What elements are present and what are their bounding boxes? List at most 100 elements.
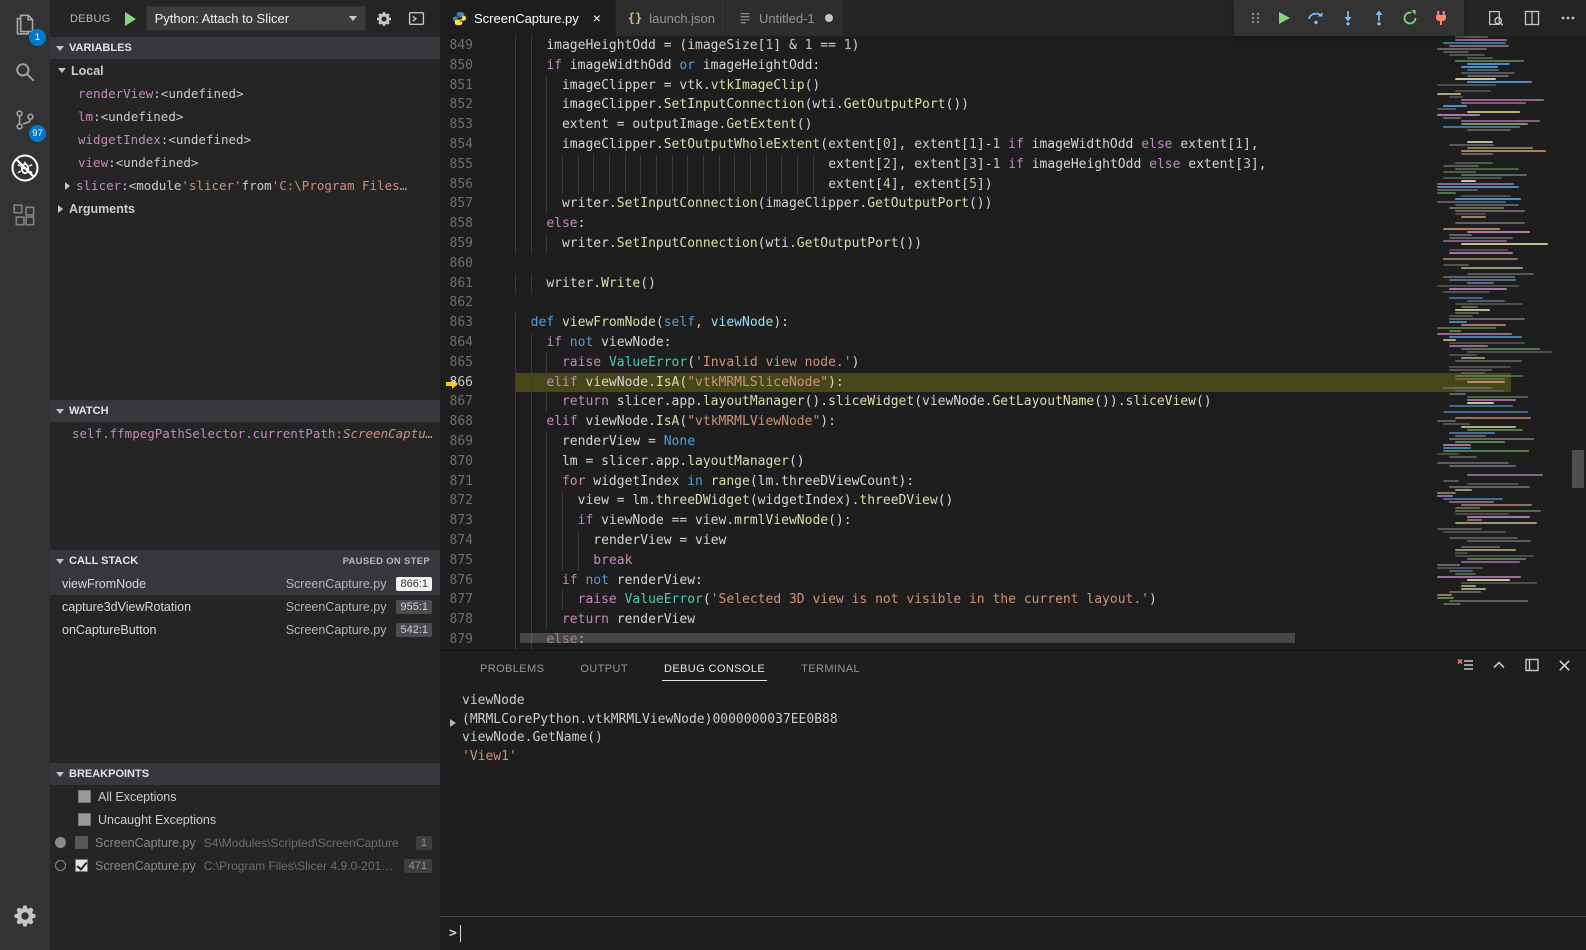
breakpoint-checkbox[interactable]	[75, 836, 88, 849]
variable-row[interactable]: view: <undefined>	[50, 151, 440, 174]
code-line[interactable]: 875break	[440, 551, 1437, 571]
line-number[interactable]: 867	[440, 392, 515, 412]
more-actions-icon[interactable]	[1560, 10, 1576, 26]
variable-row[interactable]: slicer: <module 'slicer' from 'C:\Progra…	[50, 174, 440, 197]
code-line[interactable]: 866elif viewNode.IsA("vtkMRMLSliceNode")…	[440, 373, 1437, 393]
code-line[interactable]: 872view = lm.threeDWidget(widgetIndex).t…	[440, 491, 1437, 511]
code-line[interactable]: 850if imageWidthOdd or imageHeightOdd:	[440, 56, 1437, 76]
line-number[interactable]: 853	[440, 115, 515, 135]
line-number[interactable]: 856	[440, 175, 515, 195]
line-number[interactable]: 873	[440, 511, 515, 531]
settings-gear-icon[interactable]	[0, 896, 50, 936]
code-line[interactable]: 873if viewNode == view.mrmlViewNode():	[440, 511, 1437, 531]
breakpoint-row[interactable]: ScreenCapture.pyS4\Modules\Scripted\Scre…	[50, 831, 440, 854]
code-line[interactable]: 864if not viewNode:	[440, 333, 1437, 353]
panel-tab-problems[interactable]: PROBLEMS	[478, 657, 546, 681]
code-editor[interactable]: 849imageHeightOdd = (imageSize[1] & 1 ==…	[440, 36, 1586, 650]
panel-tab-terminal[interactable]: TERMINAL	[799, 657, 862, 681]
panel-tab-output[interactable]: OUTPUT	[578, 657, 630, 681]
line-number[interactable]: 861	[440, 274, 515, 294]
variable-row[interactable]: renderView: <undefined>	[50, 82, 440, 105]
code-line[interactable]: 874renderView = view	[440, 531, 1437, 551]
line-number[interactable]: 859	[440, 234, 515, 254]
line-number[interactable]: 878	[440, 610, 515, 630]
line-number[interactable]: 869	[440, 432, 515, 452]
extensions-icon[interactable]	[0, 192, 50, 240]
step-out-icon[interactable]	[1371, 10, 1387, 26]
tab-untitled-1[interactable]: Untitled-1	[726, 0, 844, 36]
line-number[interactable]: 874	[440, 531, 515, 551]
code-line[interactable]: 859writer.SetInputConnection(wti.GetOutp…	[440, 234, 1437, 254]
step-into-icon[interactable]	[1340, 10, 1356, 26]
arguments-scope-row[interactable]: Arguments	[50, 197, 440, 220]
line-number[interactable]: 854	[440, 135, 515, 155]
line-number[interactable]: 879	[440, 630, 515, 650]
watch-expression-row[interactable]: self.ffmpegPathSelector.currentPath: Scr…	[50, 422, 440, 445]
code-line[interactable]: 878return renderView	[440, 610, 1437, 630]
call-stack-section-header[interactable]: CALL STACK PAUSED ON STEP	[50, 550, 440, 572]
line-number[interactable]: 872	[440, 491, 515, 511]
line-number[interactable]: 863	[440, 313, 515, 333]
step-over-icon[interactable]	[1307, 10, 1325, 26]
continue-icon[interactable]	[1276, 10, 1292, 26]
source-control-icon[interactable]: 97	[0, 96, 50, 144]
line-number[interactable]: 858	[440, 214, 515, 234]
debug-icon[interactable]	[0, 144, 50, 192]
code-line[interactable]: 870lm = slicer.app.layoutManager()	[440, 452, 1437, 472]
code-line[interactable]: 854imageClipper.SetOutputWholeExtent(ext…	[440, 135, 1437, 155]
variables-section-header[interactable]: VARIABLES	[50, 37, 440, 59]
code-line[interactable]: 852imageClipper.SetInputConnection(wti.G…	[440, 95, 1437, 115]
code-line[interactable]: 861writer.Write()	[440, 274, 1437, 294]
code-line[interactable]: 856extent[4], extent[5])	[440, 175, 1437, 195]
toolbar-drag-handle[interactable]	[1250, 10, 1261, 26]
line-number[interactable]: 871	[440, 472, 515, 492]
code-line[interactable]: 871for widgetIndex in range(lm.threeDVie…	[440, 472, 1437, 492]
code-line[interactable]: 867return slicer.app.layoutManager().sli…	[440, 392, 1437, 412]
line-number[interactable]: 876	[440, 571, 515, 591]
line-number[interactable]: 875	[440, 551, 515, 571]
code-line[interactable]: 858else:	[440, 214, 1437, 234]
code-line[interactable]: 869renderView = None	[440, 432, 1437, 452]
variable-row[interactable]: lm: <undefined>	[50, 105, 440, 128]
horizontal-scrollbar[interactable]	[520, 633, 1295, 643]
breakpoint-row[interactable]: All Exceptions	[50, 785, 440, 808]
call-stack-frame[interactable]: capture3dViewRotationScreenCapture.py955…	[50, 595, 440, 618]
code-line[interactable]: 862	[440, 293, 1437, 313]
line-number[interactable]: 852	[440, 95, 515, 115]
line-number[interactable]: 857	[440, 194, 515, 214]
code-line[interactable]: 860	[440, 254, 1437, 274]
line-number[interactable]: 864	[440, 333, 515, 353]
panel-layout-icon[interactable]	[1524, 657, 1540, 673]
code-area[interactable]: 849imageHeightOdd = (imageSize[1] & 1 ==…	[440, 36, 1437, 650]
line-number[interactable]: 870	[440, 452, 515, 472]
call-stack-frame[interactable]: viewFromNodeScreenCapture.py866:1	[50, 572, 440, 595]
line-number[interactable]: 855	[440, 155, 515, 175]
split-editor-icon[interactable]	[1524, 10, 1540, 26]
breakpoint-row[interactable]: Uncaught Exceptions	[50, 808, 440, 831]
breakpoint-checkbox[interactable]	[78, 813, 91, 826]
code-line[interactable]: 876if not renderView:	[440, 571, 1437, 591]
line-number[interactable]: 851	[440, 76, 515, 96]
code-line[interactable]: 863def viewFromNode(self, viewNode):	[440, 313, 1437, 333]
close-tab-icon[interactable]: ×	[589, 10, 605, 26]
variable-row[interactable]: widgetIndex: <undefined>	[50, 128, 440, 151]
vertical-scrollbar[interactable]	[1570, 36, 1586, 650]
call-stack-frame[interactable]: onCaptureButtonScreenCapture.py542:1	[50, 618, 440, 641]
line-number[interactable]: 866	[440, 373, 515, 393]
debug-config-dropdown[interactable]: Python: Attach to Slicer	[146, 6, 366, 31]
maximize-panel-icon[interactable]	[1491, 657, 1507, 673]
code-line[interactable]: 851imageClipper = vtk.vtkImageClip()	[440, 76, 1437, 96]
watch-section-header[interactable]: WATCH	[50, 400, 440, 422]
debug-console-input[interactable]: >	[440, 916, 1586, 950]
tab-launch-json[interactable]: {}launch.json	[616, 0, 726, 36]
open-preview-icon[interactable]	[1487, 10, 1504, 27]
disconnect-icon[interactable]	[1433, 10, 1449, 26]
debug-console-toggle-icon[interactable]	[402, 6, 430, 32]
variables-scope-row[interactable]: Local	[50, 59, 440, 82]
tab-screencapture-py[interactable]: ScreenCapture.py×	[440, 0, 616, 36]
code-line[interactable]: 868elif viewNode.IsA("vtkMRMLViewNode"):	[440, 412, 1437, 432]
search-icon[interactable]	[0, 48, 50, 96]
code-line[interactable]: 857writer.SetInputConnection(imageClippe…	[440, 194, 1437, 214]
line-number[interactable]: 849	[440, 36, 515, 56]
configure-gear-icon[interactable]	[370, 6, 398, 32]
